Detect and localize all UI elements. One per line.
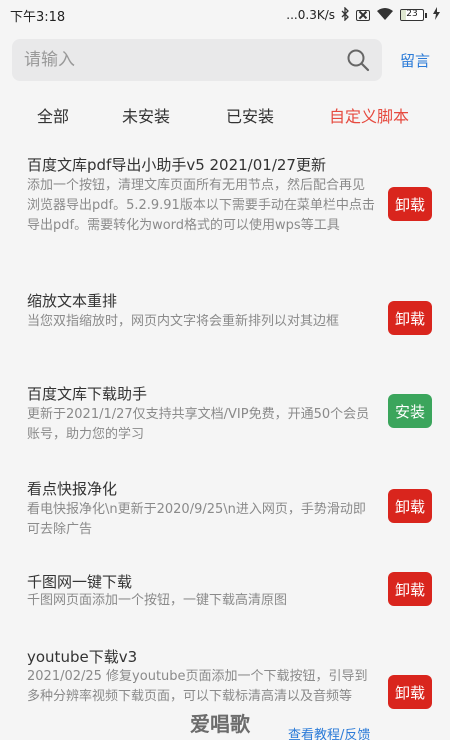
item-title: 百度文库pdf导出小助手v5 2021/01/27更新 [27, 156, 326, 174]
battery-icon: 23 [400, 9, 427, 21]
bluetooth-icon [341, 5, 350, 24]
status-time: 下午3:18 [10, 9, 66, 25]
battery-percent: 23 [406, 9, 418, 19]
search-input[interactable] [24, 50, 346, 70]
item-title: 缩放文本重排 [27, 292, 118, 310]
item-title: youtube下载v3 [27, 648, 138, 666]
tab-installed[interactable]: 已安装 [226, 103, 274, 127]
search-row: 留言 [12, 39, 438, 81]
item-description: 当您双指缩放时，网页内文字将会重新排列以对其边框 [27, 314, 340, 329]
status-icons: ...0.3K/s 23 [286, 5, 440, 24]
item-title: 看点快报净化 [27, 480, 118, 498]
item-description: 2021/02/25 修复youtube页面添加一个下载按钮，引导到多种分辨率视… [27, 669, 368, 704]
item-description: 添加一个按钮，清理文库页面所有无用节点，然后配合再见浏览器导出pdf。5.2.9… [27, 178, 375, 233]
uninstall-button[interactable]: 卸载 [388, 187, 432, 221]
item-description: 更新于2021/1/27仅支持共享文档/VIP免费，开通50个会员账号，助力您的… [27, 407, 370, 442]
sim-card-icon [356, 9, 370, 21]
uninstall-button[interactable]: 卸载 [388, 489, 432, 523]
uninstall-button[interactable]: 卸载 [388, 572, 432, 606]
tab-bar: 全部 未安装 已安装 自定义脚本 [0, 95, 450, 135]
guestbook-link[interactable]: 留言 [400, 50, 430, 71]
uninstall-button[interactable]: 卸载 [388, 675, 432, 709]
item-description: 千图网页面添加一个按钮，一键下载高清原图 [27, 593, 288, 608]
item-description: 看电快报净化\n更新于2020/9/25\n进入网页，手势滑动即可去除广告 [27, 502, 366, 537]
tab-all[interactable]: 全部 [37, 103, 69, 127]
search-box [12, 39, 382, 81]
status-bar: 下午3:18 ...0.3K/s 23 [0, 0, 450, 30]
help-feedback-link[interactable]: 查看教程/反馈 [288, 724, 370, 740]
install-button[interactable]: 安装 [388, 394, 432, 428]
uninstall-button[interactable]: 卸载 [388, 301, 432, 335]
item-title: 百度文库下载助手 [27, 385, 148, 403]
item-title: 千图网一键下载 [27, 573, 133, 591]
tab-not-installed[interactable]: 未安装 [122, 103, 170, 127]
charging-icon [433, 7, 440, 23]
network-speed: ...0.3K/s [286, 8, 335, 22]
wifi-icon [376, 7, 394, 23]
tab-custom-scripts[interactable]: 自定义脚本 [329, 103, 409, 127]
search-icon[interactable] [346, 48, 370, 72]
watermark: 爱唱歌 [190, 712, 250, 736]
